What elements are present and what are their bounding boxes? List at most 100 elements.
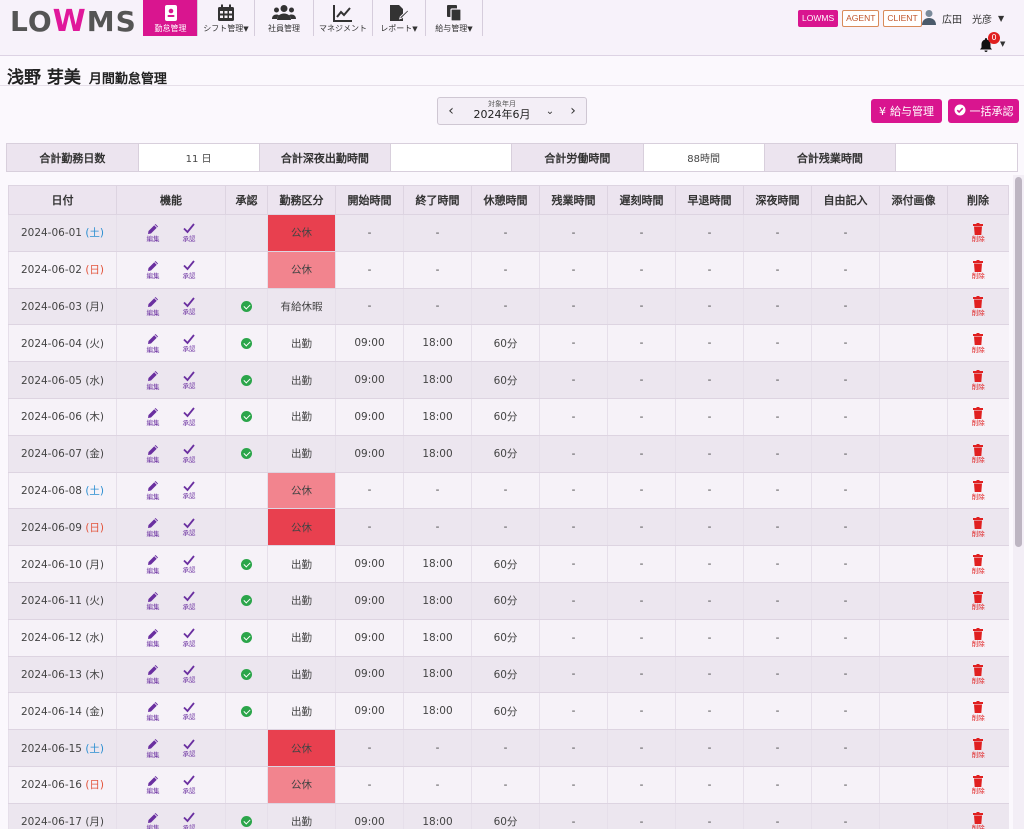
nav-employees[interactable]: 社員管理 (254, 0, 314, 36)
approve-button[interactable]: 承認 (183, 665, 196, 684)
edit-button[interactable]: 編集 (147, 591, 160, 611)
edit-button[interactable]: 編集 (147, 480, 160, 500)
approve-button[interactable]: 承認 (183, 223, 196, 242)
delete-button[interactable]: 削除 (948, 811, 1009, 829)
caret-down-icon: ▼ (412, 25, 418, 33)
approve-button[interactable]: 承認 (183, 812, 196, 829)
edit-button[interactable]: 編集 (147, 370, 160, 390)
delete-button[interactable]: 削除 (948, 480, 1009, 500)
delete-button[interactable]: 削除 (948, 664, 1009, 684)
notification-bell[interactable]: 0 ▼ (980, 32, 1008, 54)
date-text: 2024-06-15 (20, 742, 82, 755)
delete-button[interactable]: 削除 (948, 333, 1009, 353)
end-time-cell: - (403, 508, 472, 547)
attachment-cell (879, 251, 948, 289)
approve-button[interactable]: 承認 (183, 518, 196, 537)
delete-button[interactable]: 削除 (948, 774, 1009, 795)
edit-label: 編集 (146, 272, 160, 281)
delete-button[interactable]: 削除 (948, 370, 1009, 390)
delete-button[interactable]: 削除 (948, 738, 1009, 758)
approve-button[interactable]: 承認 (183, 407, 196, 426)
overtime-cell: - (539, 398, 608, 436)
chevron-down-icon[interactable]: ⌄ (540, 106, 560, 117)
approval-cell (225, 251, 268, 289)
scrollbar-thumb[interactable] (1015, 177, 1022, 547)
start-time-cell: 09:00 (335, 619, 404, 657)
user-menu[interactable]: 広田 光彦 ▼ (922, 9, 1004, 28)
attachment-cell (879, 545, 948, 583)
delete-button[interactable]: 削除 (948, 517, 1009, 537)
edit-button[interactable]: 編集 (147, 223, 160, 243)
approve-button[interactable]: 承認 (183, 554, 196, 574)
approve-button[interactable]: 承認 (183, 260, 196, 279)
approve-button[interactable]: 承認 (183, 628, 196, 647)
edit-button[interactable]: 編集 (147, 517, 160, 537)
delete-button[interactable]: 削除 (948, 590, 1009, 611)
prev-month-button[interactable]: ‹ (438, 103, 464, 119)
approve-button[interactable]: 承認 (183, 775, 196, 794)
next-month-button[interactable]: › (560, 103, 586, 119)
nav-management[interactable]: マネジメント (313, 0, 373, 36)
tag-client[interactable]: CLIENT (883, 10, 922, 27)
approve-button[interactable]: 承認 (183, 371, 196, 390)
approve-label: 承認 (182, 455, 196, 464)
memo-cell: - (811, 582, 880, 620)
edit-button[interactable]: 編集 (147, 664, 160, 684)
approve-button[interactable]: 承認 (183, 702, 196, 721)
approve-button[interactable]: 承認 (183, 297, 196, 316)
delete-cell: 削除 (947, 472, 1009, 510)
edit-button[interactable]: 編集 (147, 554, 160, 574)
edit-button[interactable]: 編集 (147, 260, 160, 280)
edit-label: 編集 (146, 640, 160, 649)
delete-button[interactable]: 削除 (948, 701, 1009, 721)
approve-button[interactable]: 承認 (183, 481, 196, 500)
delete-button[interactable]: 削除 (948, 259, 1009, 280)
approve-button[interactable]: 承認 (183, 334, 196, 353)
start-time-cell: 09:00 (335, 692, 404, 731)
attachment-cell (879, 361, 948, 399)
month-select[interactable]: 対象年月 2024年6月 (464, 100, 540, 121)
column-header: 日付 (8, 185, 117, 215)
delete-button[interactable]: 削除 (948, 627, 1009, 648)
edit-button[interactable]: 編集 (147, 628, 160, 648)
edit-label: 編集 (146, 382, 160, 391)
edit-button[interactable]: 編集 (147, 701, 160, 721)
date-text: 2024-06-07 (20, 448, 82, 461)
edit-button[interactable]: 編集 (147, 296, 160, 316)
delete-label: 削除 (971, 566, 985, 575)
delete-label: 削除 (971, 676, 985, 685)
edit-button[interactable]: 編集 (147, 738, 160, 758)
edit-button[interactable]: 編集 (147, 333, 160, 353)
memo-cell: - (811, 729, 880, 767)
approved-check-icon (241, 705, 252, 717)
date-cell: 2024-06-11 (火) (8, 582, 117, 620)
delete-button[interactable]: 削除 (948, 443, 1009, 464)
delete-label: 削除 (971, 345, 985, 354)
nav-shift[interactable]: シフト管理▼ (197, 0, 255, 36)
edit-button[interactable]: 編集 (147, 444, 160, 464)
approve-button[interactable]: 承認 (183, 591, 196, 610)
edit-button[interactable]: 編集 (147, 775, 160, 795)
tag-lowms[interactable]: LOWMS (798, 10, 839, 27)
nav-report[interactable]: レポート▼ (372, 0, 426, 36)
approve-all-button[interactable]: 一括承認 (948, 99, 1019, 123)
edit-button[interactable]: 編集 (147, 812, 160, 829)
day-of-week: (日) (85, 779, 105, 792)
delete-label: 削除 (971, 235, 985, 244)
early-leave-cell: - (675, 324, 744, 363)
delete-button[interactable]: 削除 (948, 222, 1009, 244)
delete-button[interactable]: 削除 (948, 296, 1009, 316)
delete-button[interactable]: 削除 (948, 554, 1009, 574)
approval-cell (225, 692, 268, 731)
salary-management-button[interactable]: ¥ 給与管理 (871, 99, 942, 123)
tag-agent[interactable]: AGENT (842, 10, 880, 27)
approve-button[interactable]: 承認 (183, 738, 196, 758)
delete-button[interactable]: 削除 (948, 406, 1009, 427)
approval-cell (225, 545, 268, 583)
approve-button[interactable]: 承認 (183, 444, 196, 463)
nav-attendance[interactable]: 勤怠管理 (143, 0, 198, 36)
app-logo[interactable]: LO W MS (10, 4, 137, 39)
nav-payroll[interactable]: 給与管理▼ (425, 0, 483, 36)
edit-button[interactable]: 編集 (147, 407, 160, 427)
end-time-cell: 18:00 (403, 656, 472, 694)
